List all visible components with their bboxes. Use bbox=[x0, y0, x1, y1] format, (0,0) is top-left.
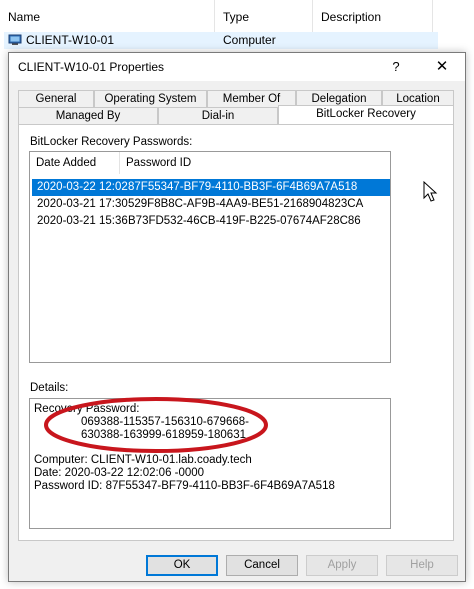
properties-dialog: CLIENT-W10-01 Properties ? ✕ General Ope… bbox=[8, 52, 466, 582]
list-item[interactable]: 2020-03-21 15:36 B73FD532-46CB-419F-B225… bbox=[32, 213, 390, 230]
help-button[interactable]: Help bbox=[386, 555, 458, 576]
cancel-button[interactable]: Cancel bbox=[226, 555, 298, 576]
recovery-password-list[interactable]: Date Added Password ID 2020-03-22 12:02 … bbox=[29, 151, 391, 363]
details-label: Details: bbox=[30, 382, 69, 394]
tab-dial-in[interactable]: Dial-in bbox=[158, 107, 278, 124]
passwords-label: BitLocker Recovery Passwords: bbox=[30, 136, 193, 148]
column-description[interactable]: Description bbox=[313, 0, 433, 32]
date-added: 2020-03-21 15:36 bbox=[37, 215, 128, 227]
details-password-id: Password ID: 87F55347-BF79-4110-BB3F-6F4… bbox=[34, 480, 335, 492]
help-icon[interactable]: ? bbox=[385, 57, 407, 77]
list-item[interactable]: 2020-03-21 17:30 529F8B8C-AF9B-4AA9-BE51… bbox=[32, 196, 390, 213]
column-date-added[interactable]: Date Added bbox=[30, 152, 120, 174]
tab-general[interactable]: General bbox=[18, 90, 94, 107]
dialog-title: CLIENT-W10-01 Properties bbox=[18, 60, 165, 74]
details-box[interactable]: Recovery Password: 069388-115357-156310-… bbox=[29, 398, 391, 529]
password-id: 87F55347-BF79-4110-BB3F-6F4B69A7A518 bbox=[128, 181, 358, 193]
mouse-cursor-icon bbox=[423, 181, 438, 202]
column-type[interactable]: Type bbox=[215, 0, 313, 32]
computer-icon bbox=[8, 34, 22, 45]
password-id: 529F8B8C-AF9B-4AA9-BE51-2168904823CA bbox=[128, 198, 364, 210]
background-list-header: Name Type Description bbox=[0, 0, 474, 32]
recovery-password-line-1: 069388-115357-156310-679668- bbox=[81, 416, 249, 428]
list-item[interactable]: 2020-03-22 12:02 87F55347-BF79-4110-BB3F… bbox=[32, 179, 390, 196]
ok-button[interactable]: OK bbox=[146, 555, 218, 576]
recovery-password-label: Recovery Password: bbox=[34, 403, 140, 415]
computer-type: Computer bbox=[223, 33, 276, 47]
date-added: 2020-03-22 12:02 bbox=[37, 181, 128, 193]
column-name[interactable]: Name bbox=[0, 0, 215, 32]
computer-name: CLIENT-W10-01 bbox=[26, 33, 115, 47]
tab-operating-system[interactable]: Operating System bbox=[94, 90, 207, 107]
tab-bitlocker-recovery[interactable]: BitLocker Recovery bbox=[278, 105, 454, 124]
apply-button[interactable]: Apply bbox=[306, 555, 378, 576]
background-list-row[interactable]: CLIENT-W10-01 Computer bbox=[0, 32, 474, 49]
recovery-password-line-2: 630388-163999-618959-180631 bbox=[81, 429, 246, 441]
title-bar: CLIENT-W10-01 Properties ? ✕ bbox=[9, 53, 465, 81]
details-date: Date: 2020-03-22 12:02:06 -0000 bbox=[34, 467, 205, 479]
close-icon[interactable]: ✕ bbox=[431, 57, 453, 77]
password-id: B73FD532-46CB-419F-B225-07674AF28C86 bbox=[128, 215, 361, 227]
tab-managed-by[interactable]: Managed By bbox=[18, 107, 158, 124]
date-added: 2020-03-21 17:30 bbox=[37, 198, 128, 210]
details-computer: Computer: CLIENT-W10-01.lab.coady.tech bbox=[34, 454, 252, 466]
column-password-id[interactable]: Password ID bbox=[120, 152, 390, 174]
